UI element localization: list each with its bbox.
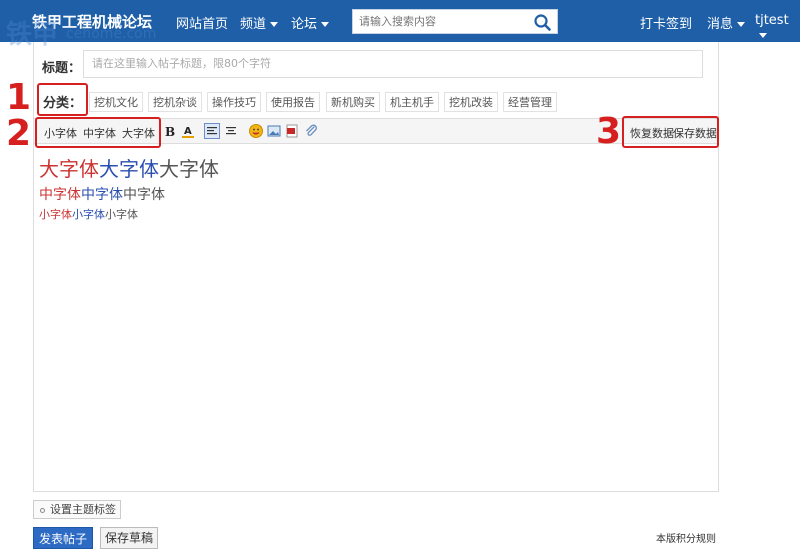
search-button[interactable]: [531, 12, 553, 32]
attachment-button[interactable]: [303, 123, 319, 139]
top-navbar: 铁甲工程机械论坛 网站首页 频道 论坛 打卡签到 消息 tjtest: [0, 0, 800, 42]
align-center-icon: [226, 127, 236, 135]
category-option[interactable]: 挖机文化: [89, 92, 143, 112]
editor-line-large: 大字体大字体大字体: [39, 153, 219, 182]
nav-channel[interactable]: 频道: [240, 13, 279, 32]
annotation-number-2: 2: [6, 113, 32, 154]
category-option[interactable]: 操作技巧: [207, 92, 261, 112]
search-input[interactable]: [353, 10, 529, 33]
nav-forum-label: 论坛: [291, 17, 318, 32]
large-text-gray: 大字体: [159, 157, 219, 181]
medium-text-red: 中字体: [39, 187, 81, 203]
nav-forum[interactable]: 论坛: [291, 13, 330, 32]
svg-text:A: A: [184, 126, 192, 137]
bold-button[interactable]: B: [161, 123, 177, 139]
smiley-icon: [249, 124, 263, 138]
annotation-box-1: [37, 83, 88, 116]
align-left-button[interactable]: [204, 123, 220, 139]
site-logo[interactable]: 铁甲工程机械论坛: [32, 11, 152, 32]
nav-home[interactable]: 网站首页: [176, 13, 228, 32]
emoji-button[interactable]: [248, 123, 264, 139]
annotation-number-1: 1: [6, 77, 32, 118]
search-box: [352, 9, 558, 34]
font-color-button[interactable]: A: [180, 123, 196, 139]
circle-icon: [40, 507, 45, 513]
small-text-gray: 小字体: [105, 208, 138, 221]
small-text-red: 小字体: [39, 208, 72, 221]
large-text-blue: 大字体: [99, 157, 159, 181]
font-color-icon: A: [182, 126, 194, 138]
chevron-down-icon: [270, 22, 279, 27]
title-field[interactable]: 请在这里输入帖子标题，限80个字符: [83, 50, 703, 78]
svg-text:B: B: [165, 125, 175, 139]
nav-home-label: 网站首页: [176, 17, 229, 32]
annotation-box-3: [622, 116, 719, 148]
pdf-file-icon: [286, 124, 298, 138]
title-label: 标题：: [42, 61, 82, 76]
bold-icon: B: [165, 125, 175, 139]
image-button[interactable]: [266, 123, 282, 139]
category-option[interactable]: 新机购买: [326, 92, 380, 112]
chevron-down-icon: [759, 33, 767, 38]
nav-channel-label: 频道: [240, 17, 267, 32]
category-option[interactable]: 挖机改装: [444, 92, 498, 112]
messages-label: 消息: [707, 17, 734, 32]
category-option[interactable]: 经营管理: [503, 92, 557, 112]
username-label: tjtest: [755, 13, 789, 28]
attachment-file-button[interactable]: [284, 123, 300, 139]
category-option[interactable]: 挖机杂谈: [148, 92, 202, 112]
user-menu[interactable]: tjtest: [755, 13, 800, 43]
chevron-down-icon: [321, 22, 330, 27]
messages-menu[interactable]: 消息: [707, 13, 746, 32]
editor-line-medium: 中字体中字体中字体: [39, 184, 165, 204]
small-text-blue: 小字体: [72, 208, 105, 221]
checkin-link[interactable]: 打卡签到: [640, 13, 692, 32]
publish-post-button[interactable]: 发表帖子: [33, 527, 93, 549]
annotation-number-3: 3: [596, 111, 622, 152]
search-icon: [534, 14, 551, 31]
annotation-box-2: [35, 117, 161, 148]
set-topic-tag-label: 设置主题标签: [50, 503, 116, 516]
large-text-red: 大字体: [39, 157, 99, 181]
chevron-down-icon: [737, 22, 746, 27]
medium-text-gray: 中字体: [123, 187, 165, 203]
paperclip-icon: [306, 124, 317, 136]
editor-line-small: 小字体小字体小字体: [39, 206, 138, 222]
align-left-icon: [207, 127, 217, 135]
save-draft-button[interactable]: 保存草稿: [100, 527, 158, 549]
set-topic-tag-button[interactable]: 设置主题标签: [33, 500, 121, 519]
image-icon: [267, 125, 281, 137]
forum-rules-link[interactable]: 本版积分规则: [656, 530, 716, 545]
category-option[interactable]: 使用报告: [266, 92, 320, 112]
category-option[interactable]: 机主机手: [385, 92, 439, 112]
align-center-button[interactable]: [223, 123, 239, 139]
medium-text-blue: 中字体: [81, 187, 123, 203]
